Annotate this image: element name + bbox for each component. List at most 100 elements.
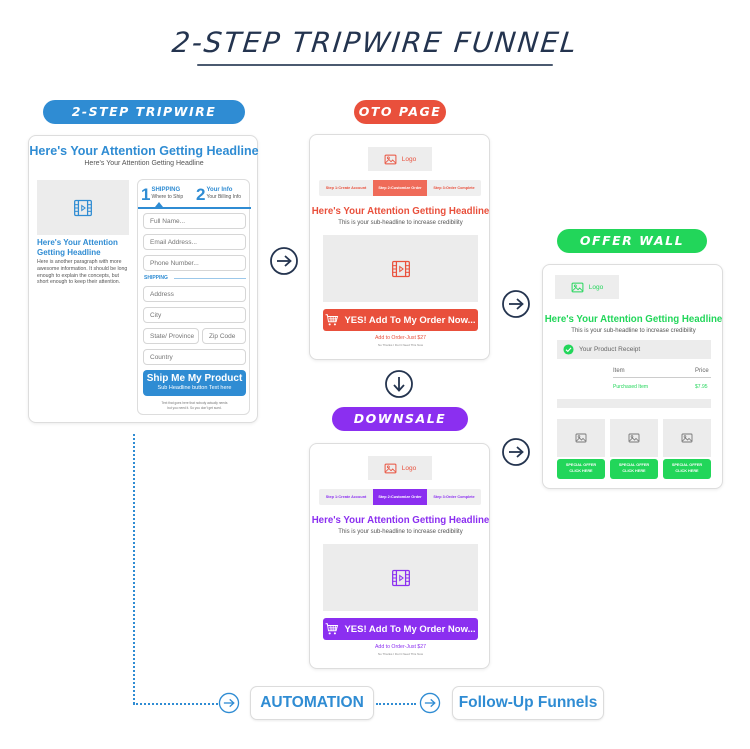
- oto-label-pill: OTO PAGE: [354, 100, 446, 124]
- offer-image-3[interactable]: [663, 419, 711, 457]
- title-underline: [197, 64, 553, 66]
- downsale-headline: Here's Your Attention Getting Headline: [311, 515, 490, 526]
- step-divider: [138, 207, 251, 209]
- logo-text: Logo: [401, 155, 417, 163]
- video-icon: [73, 198, 93, 218]
- purchased-item-cell: Purchased Item: [613, 384, 649, 390]
- offer-image-2[interactable]: [610, 419, 658, 457]
- oto-page-card: Logo Step 1:Create Account Step 2:Custom…: [309, 134, 490, 360]
- arrow-down-circle-icon: [384, 369, 414, 399]
- downsale-no-thanks-link[interactable]: No Thanks I Don't Need This Now: [310, 652, 491, 656]
- downsale-logo: Logo: [368, 456, 432, 480]
- image-icon: [628, 432, 640, 444]
- dotted-connector-horizontal: [376, 703, 416, 705]
- downsale-page-card: Logo Step 1:Create Account Step 2:Custom…: [309, 443, 490, 669]
- product-receipt-bar: Your Product Receipt: [557, 340, 711, 359]
- button-label: YES! Add To My Order Now...: [344, 314, 476, 326]
- shipping-divider: [174, 278, 246, 279]
- order-form-card: 1 SHIPPING Where to Ship 2 Your Info You…: [137, 179, 251, 415]
- full-name-input[interactable]: [143, 213, 246, 229]
- shipping-section-label: SHIPPING: [144, 275, 168, 281]
- oto-step-3[interactable]: Step 3:Order Complete: [427, 180, 481, 196]
- special-offer-button-1[interactable]: SPECIAL OFFER CLICK HERE: [557, 459, 605, 479]
- oto-no-thanks-link[interactable]: No Thanks I Don't Need This Now: [310, 343, 491, 347]
- image-icon: [571, 281, 584, 294]
- arrow-right-circle-icon: [269, 246, 299, 276]
- arrow-right-circle-icon: [501, 437, 531, 467]
- downsale-subheadline: This is your sub-headline to increase cr…: [338, 529, 463, 535]
- zip-input[interactable]: [202, 328, 246, 344]
- offer-line: CLICK HERE: [622, 468, 646, 473]
- step-title: Your Info: [206, 187, 233, 193]
- downsale-step-1[interactable]: Step 1:Create Account: [319, 489, 373, 505]
- offer-wall-headline: Here's Your Attention Getting Headline: [544, 314, 723, 325]
- button-label: Ship Me My Product: [146, 373, 243, 384]
- receipt-label: Your Product Receipt: [579, 346, 641, 353]
- optin-label-pill: 2-STEP TRIPWIRE FUNNEL: [43, 100, 245, 143]
- image-icon: [384, 462, 397, 475]
- oto-subheadline: This is your sub-headline to increase cr…: [338, 220, 463, 226]
- downsale-step-3[interactable]: Step 3:Order Complete: [427, 489, 481, 505]
- offer-wall-label-pill: OFFER WALL PAGE: [557, 229, 707, 272]
- arrow-right-circle-icon: [501, 289, 531, 319]
- oto-add-to-order-button[interactable]: YES! Add To My Order Now...: [323, 309, 478, 331]
- step-subtitle: Your Billing Info: [206, 194, 242, 200]
- optin-paragraph: Here is another paragraph with more awes…: [37, 259, 128, 286]
- step-number: 2: [196, 185, 206, 204]
- follow-up-funnels-box[interactable]: Follow-Up Funnels: [452, 686, 604, 720]
- phone-input[interactable]: [143, 255, 246, 271]
- cart-icon: [325, 313, 339, 327]
- downsale-video-placeholder[interactable]: [323, 544, 478, 611]
- optin-left-headline: Here's Your Attention Getting Headline: [37, 238, 118, 257]
- offer-line: CLICK HERE: [569, 468, 593, 473]
- offer-image-1[interactable]: [557, 419, 605, 457]
- step-subtitle: Where to Ship: [151, 194, 184, 200]
- video-icon: [391, 259, 411, 279]
- dotted-connector-horizontal: [133, 703, 218, 705]
- fine-print: Text that goes here that nobody actually…: [143, 401, 246, 410]
- page-title: 2-STEP TRIPWIRE FUNNEL: [170, 26, 580, 59]
- col-item-header: Item: [613, 368, 625, 374]
- optin-page-card: Here's Your Attention Getting Headline H…: [28, 135, 259, 423]
- ship-me-my-product-button[interactable]: Ship Me My Product Sub Headline button T…: [143, 370, 246, 396]
- oto-step-1[interactable]: Step 1:Create Account: [319, 180, 373, 196]
- arrow-right-circle-icon: [419, 692, 441, 714]
- offer-line: CLICK HERE: [675, 468, 699, 473]
- city-input[interactable]: [143, 307, 246, 323]
- image-icon: [575, 432, 587, 444]
- step-1-tab[interactable]: 1 SHIPPING Where to Ship: [141, 185, 184, 204]
- button-sublabel: Sub Headline button Text here: [157, 385, 232, 391]
- special-offer-button-2[interactable]: SPECIAL OFFER CLICK HERE: [610, 459, 658, 479]
- divider-bar: [557, 399, 711, 408]
- check-circle-icon: [563, 344, 574, 355]
- step-number: 1: [141, 185, 151, 204]
- state-input[interactable]: [143, 328, 199, 344]
- oto-step-2-active[interactable]: Step 2:Customize Order: [373, 180, 427, 196]
- step-2-tab[interactable]: 2 Your Info Your Billing Info: [196, 185, 242, 204]
- country-input[interactable]: [143, 349, 246, 365]
- address-input[interactable]: [143, 286, 246, 302]
- oto-logo: Logo: [368, 147, 432, 171]
- dotted-connector-vertical: [133, 434, 135, 704]
- active-step-caret: [155, 202, 163, 207]
- optin-subheadline: Here's Your Attention Getting Headline: [84, 160, 204, 167]
- downsale-add-order-link[interactable]: Add to Order-Just $27: [310, 644, 491, 650]
- offer-wall-subheadline: This is your sub-headline to increase cr…: [571, 328, 696, 334]
- optin-video-placeholder[interactable]: [37, 180, 129, 235]
- image-icon: [384, 153, 397, 166]
- oto-video-placeholder[interactable]: [323, 235, 478, 302]
- email-input[interactable]: [143, 234, 246, 250]
- video-icon: [391, 568, 411, 588]
- step-title: SHIPPING: [151, 187, 181, 193]
- downsale-step-2-active[interactable]: Step 2:Customize Order: [373, 489, 427, 505]
- logo-text: Logo: [588, 283, 604, 291]
- optin-headline: Here's Your Attention Getting Headline: [29, 144, 259, 158]
- automation-box[interactable]: AUTOMATION: [250, 686, 374, 720]
- fine-print-line: but you need it. So you don't get sued.: [167, 405, 222, 410]
- downsale-label-pill: DOWNSALE PAGE: [332, 407, 468, 450]
- offer-wall-page-card: Logo Here's Your Attention Getting Headl…: [542, 264, 723, 489]
- downsale-add-to-order-button[interactable]: YES! Add To My Order Now...: [323, 618, 478, 640]
- arrow-right-circle-icon: [218, 692, 240, 714]
- special-offer-button-3[interactable]: SPECIAL OFFER CLICK HERE: [663, 459, 711, 479]
- oto-add-order-link[interactable]: Add to Order-Just $27: [310, 335, 491, 341]
